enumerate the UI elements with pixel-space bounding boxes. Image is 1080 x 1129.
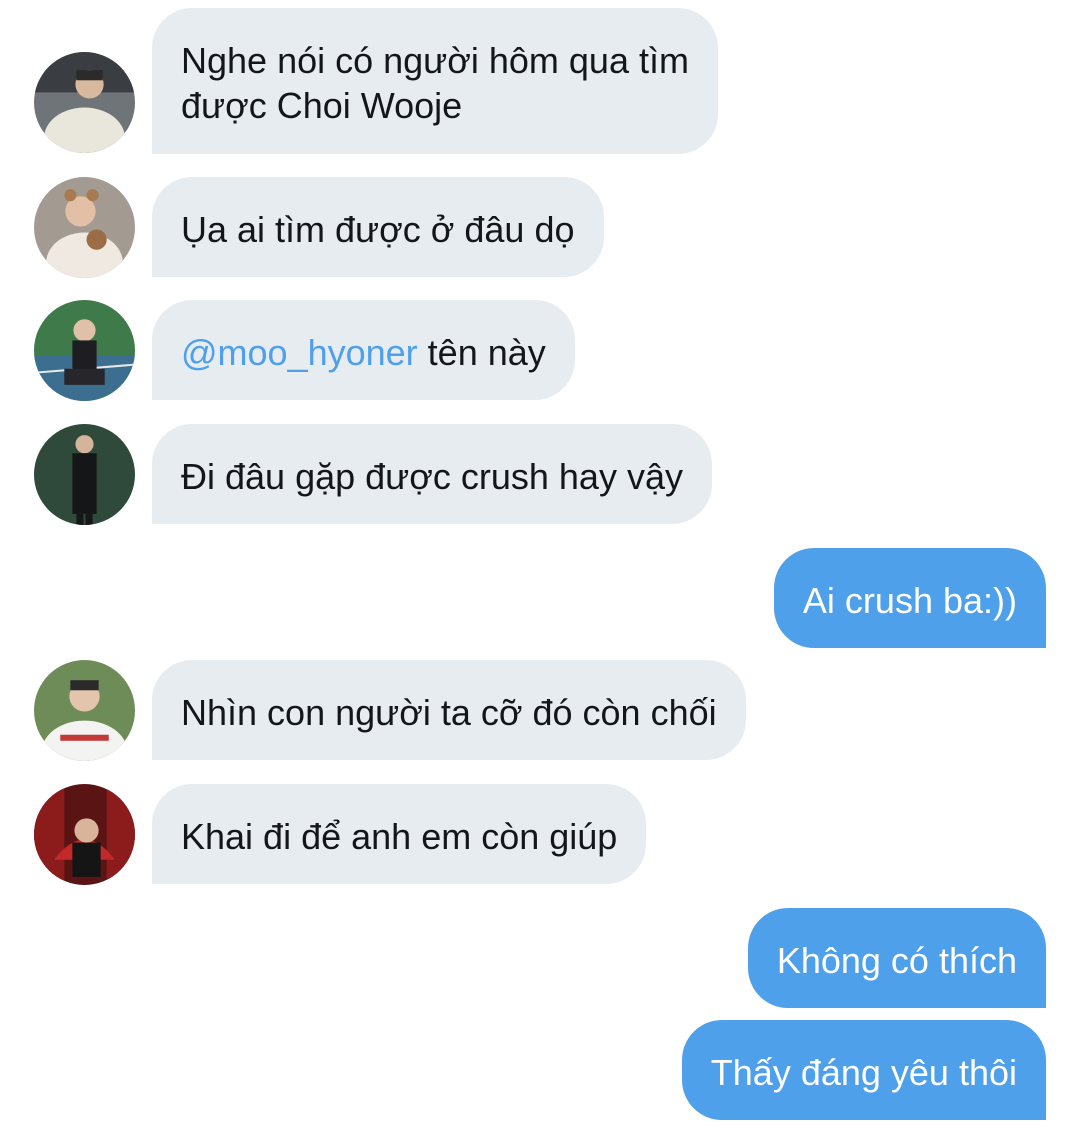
sender-avatar[interactable] [34, 660, 135, 761]
message-text: tên này [417, 332, 546, 373]
avatar-photo-icon [34, 784, 135, 885]
avatar-photo-icon [34, 300, 135, 401]
message-text: Ụa ai tìm được ở đâu dọ [181, 209, 575, 250]
mention-link[interactable]: @moo_hyoner [181, 332, 418, 373]
message-text: Đi đâu gặp được crush hay vậy [181, 456, 683, 497]
message-text: Nhìn con người ta cỡ đó còn chối [181, 692, 717, 733]
avatar-photo-icon [34, 660, 135, 761]
message-text: Thấy đáng yêu thôi [710, 1052, 1017, 1093]
message-bubble-incoming[interactable]: @moo_hyoner tên này [152, 300, 575, 400]
message-bubble-incoming[interactable]: Ụa ai tìm được ở đâu dọ [152, 177, 604, 277]
message-text: Không có thích [776, 940, 1017, 981]
message-bubble-outgoing[interactable]: Không có thích [747, 908, 1046, 1008]
message-bubble-incoming[interactable]: Nghe nói có người hôm qua tìm được Choi … [152, 8, 718, 154]
avatar-photo-icon [34, 424, 135, 525]
message-bubble-incoming[interactable]: Đi đâu gặp được crush hay vậy [152, 424, 712, 524]
sender-avatar[interactable] [34, 52, 135, 153]
avatar-photo-icon [34, 177, 135, 278]
message-bubble-incoming[interactable]: Nhìn con người ta cỡ đó còn chối [152, 660, 746, 760]
message-bubble-incoming[interactable]: Khai đi để anh em còn giúp [152, 784, 647, 884]
sender-avatar[interactable] [34, 784, 135, 885]
message-text: Nghe nói có người hôm qua tìm [181, 40, 689, 81]
message-bubble-outgoing[interactable]: Thấy đáng yêu thôi [681, 1020, 1046, 1120]
message-bubble-outgoing[interactable]: Ai crush ba:)) [773, 548, 1046, 648]
avatar-photo-icon [34, 52, 135, 153]
sender-avatar[interactable] [34, 177, 135, 278]
sender-avatar[interactable] [34, 424, 135, 525]
message-text: Khai đi để anh em còn giúp [181, 816, 618, 857]
message-text: được Choi Wooje [181, 85, 463, 126]
sender-avatar[interactable] [34, 300, 135, 401]
message-text: Ai crush ba:)) [802, 580, 1017, 621]
